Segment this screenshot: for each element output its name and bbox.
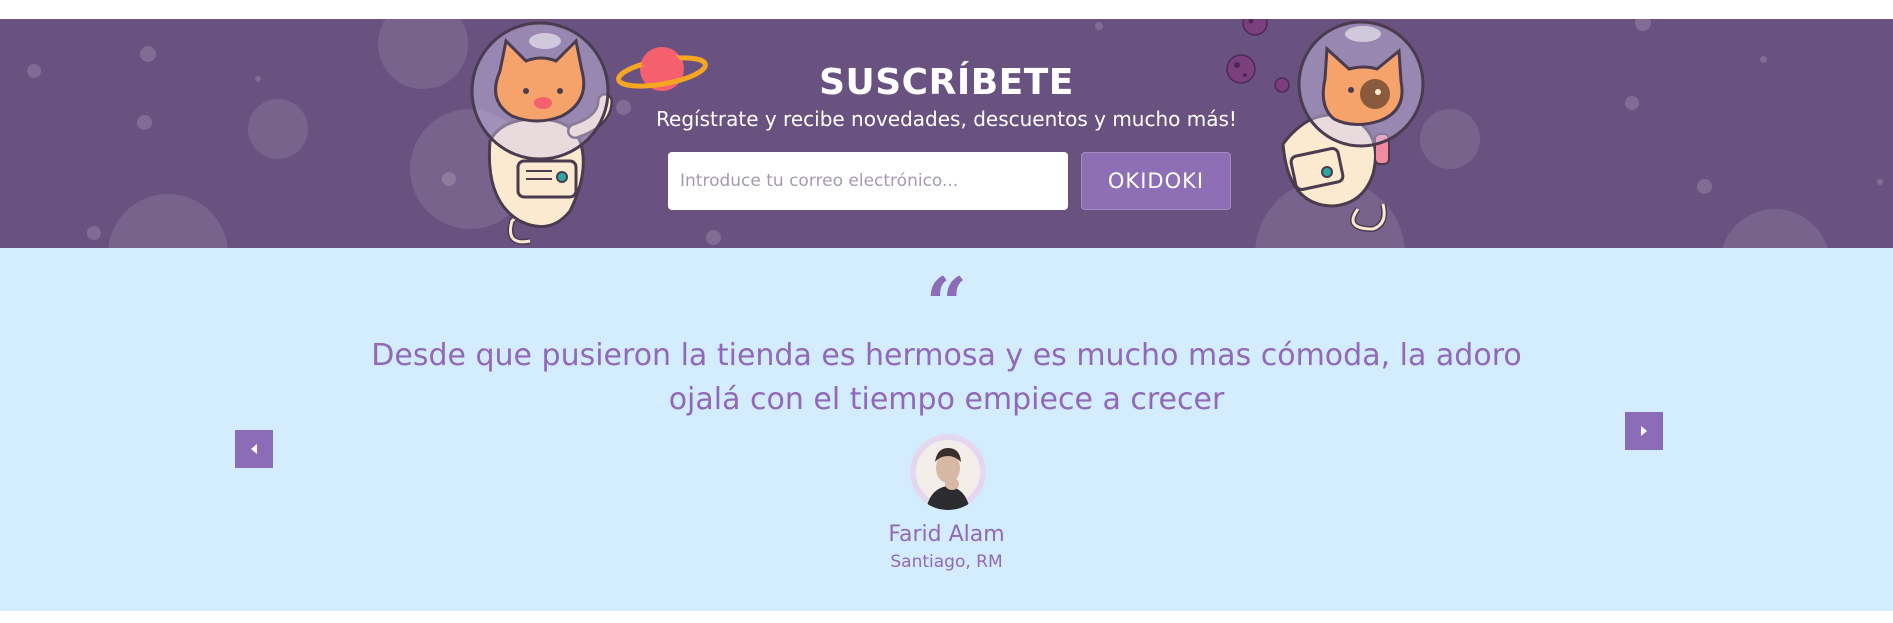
background-dot [706, 230, 721, 245]
background-dot [1095, 22, 1103, 30]
background-bubble [108, 194, 228, 248]
background-dot [1635, 19, 1651, 31]
top-spacer [0, 0, 1893, 19]
caret-left-icon [251, 444, 257, 454]
email-input[interactable] [668, 152, 1068, 210]
background-dot [1877, 179, 1883, 185]
carousel-next-button[interactable] [1625, 412, 1663, 450]
person-photo [916, 440, 980, 510]
background-dot [442, 172, 456, 186]
testimonial-carousel: “ Desde que pusieron la tienda es hermos… [0, 248, 1893, 611]
subscribe-title: SUSCRÍBETE [819, 62, 1074, 103]
bottom-spacer [0, 611, 1893, 623]
carousel-prev-button[interactable] [235, 430, 273, 468]
author-name: Farid Alam [888, 522, 1005, 547]
author-location: Santiago, RM [890, 552, 1003, 572]
subscribe-banner: SUSCRÍBETE Regístrate y recibe novedades… [0, 19, 1893, 248]
background-dot [87, 226, 101, 240]
author-avatar [910, 434, 986, 510]
quote-icon: “ [925, 261, 968, 346]
background-dot [140, 46, 156, 62]
cat-astronaut-illustration [470, 21, 613, 245]
caret-right-icon [1641, 426, 1647, 436]
background-bubble [1720, 209, 1830, 248]
background-dot [1697, 179, 1712, 194]
subscribe-subtitle: Regístrate y recibe novedades, descuento… [656, 107, 1237, 131]
testimonial-quote: Desde que pusieron la tienda es hermosa … [371, 338, 1522, 417]
subscribe-button[interactable]: OKIDOKI [1081, 152, 1231, 210]
